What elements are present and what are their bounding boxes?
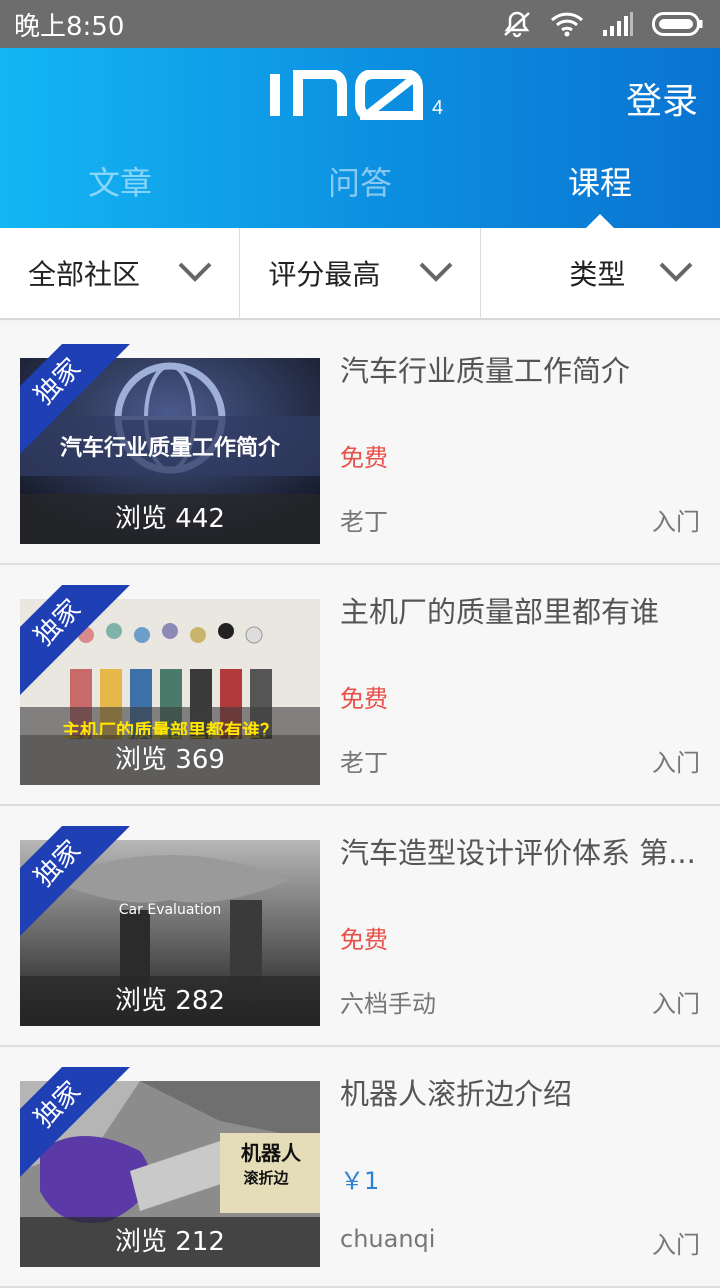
status-time: 晚上8:50: [14, 11, 125, 42]
thumbnail-subcaption: 滚折边: [243, 1169, 289, 1187]
login-button[interactable]: 登录: [626, 72, 698, 124]
filter-sort-label: 评分最高: [268, 258, 381, 291]
signal-icon: [602, 12, 634, 36]
course-price: 免费: [340, 926, 388, 954]
course-item[interactable]: 机器人 滚折边 浏览 212 独家 机器人滚折边介绍 ￥1 chuanqi 入门: [0, 1047, 720, 1288]
course-list: 汽车行业质量工作简介 浏览 442 独家 汽车行业质量工作简介 免费 老丁 入门: [0, 324, 720, 1288]
view-count: 浏览 282: [20, 976, 320, 1026]
course-author: 老丁: [340, 508, 388, 536]
view-count: 浏览 442: [20, 494, 320, 544]
filter-type-label: 类型: [569, 258, 626, 291]
exclusive-badge: 独家: [20, 826, 130, 936]
course-level: 入门: [652, 508, 700, 536]
thumbnail-caption: 机器人: [241, 1141, 301, 1165]
course-price: ￥1: [340, 1167, 380, 1195]
course-price: 免费: [340, 444, 388, 472]
filter-community-label: 全部社区: [28, 258, 141, 291]
app-header: 4 登录 文章 问答 课程: [0, 48, 720, 228]
tab-articles[interactable]: 文章: [0, 148, 240, 228]
chevron-down-icon: [177, 257, 213, 290]
exclusive-badge: 独家: [20, 585, 130, 695]
course-level: 入门: [652, 749, 700, 777]
course-item[interactable]: 主机厂的质量部里都有谁？ 浏览 369 独家 主机厂的质量部里都有谁 免费 老丁…: [0, 565, 720, 806]
exclusive-badge: 独家: [20, 1067, 130, 1177]
status-icons: [502, 10, 704, 38]
view-count: 浏览 212: [20, 1217, 320, 1267]
status-bar: 晚上8:50: [0, 0, 720, 48]
svg-text:4: 4: [432, 97, 443, 119]
chevron-down-icon: [418, 257, 454, 290]
mute-icon: [502, 10, 532, 38]
course-title: 汽车造型设计评价体系 第...: [340, 836, 696, 870]
tab-bar: 文章 问答 课程: [0, 148, 720, 228]
course-title: 主机厂的质量部里都有谁: [340, 595, 660, 629]
course-author: chuanqi: [340, 1225, 436, 1253]
app-logo: 4: [268, 69, 452, 121]
chevron-down-icon: [658, 257, 694, 290]
filter-sort[interactable]: 评分最高: [240, 228, 481, 318]
exclusive-badge: 独家: [20, 344, 130, 454]
filter-type[interactable]: 类型: [481, 228, 720, 318]
course-title: 汽车行业质量工作简介: [340, 354, 631, 388]
view-count: 浏览 369: [20, 735, 320, 785]
filter-community[interactable]: 全部社区: [0, 228, 241, 318]
course-author: 老丁: [340, 749, 388, 777]
filter-bar: 全部社区 评分最高 类型: [0, 228, 720, 320]
course-item[interactable]: Car Evaluation 浏览 282 独家 汽车造型设计评价体系 第...…: [0, 806, 720, 1047]
course-price: 免费: [340, 685, 388, 713]
course-item[interactable]: 汽车行业质量工作简介 浏览 442 独家 汽车行业质量工作简介 免费 老丁 入门: [0, 324, 720, 565]
course-level: 入门: [652, 1231, 700, 1259]
wifi-icon: [550, 11, 584, 37]
tab-qa[interactable]: 问答: [240, 148, 480, 228]
course-level: 入门: [652, 990, 700, 1018]
battery-icon: [652, 12, 704, 36]
course-author: 六档手动: [340, 990, 436, 1018]
course-title: 机器人滚折边介绍: [340, 1077, 573, 1111]
tab-courses[interactable]: 课程: [480, 148, 720, 228]
